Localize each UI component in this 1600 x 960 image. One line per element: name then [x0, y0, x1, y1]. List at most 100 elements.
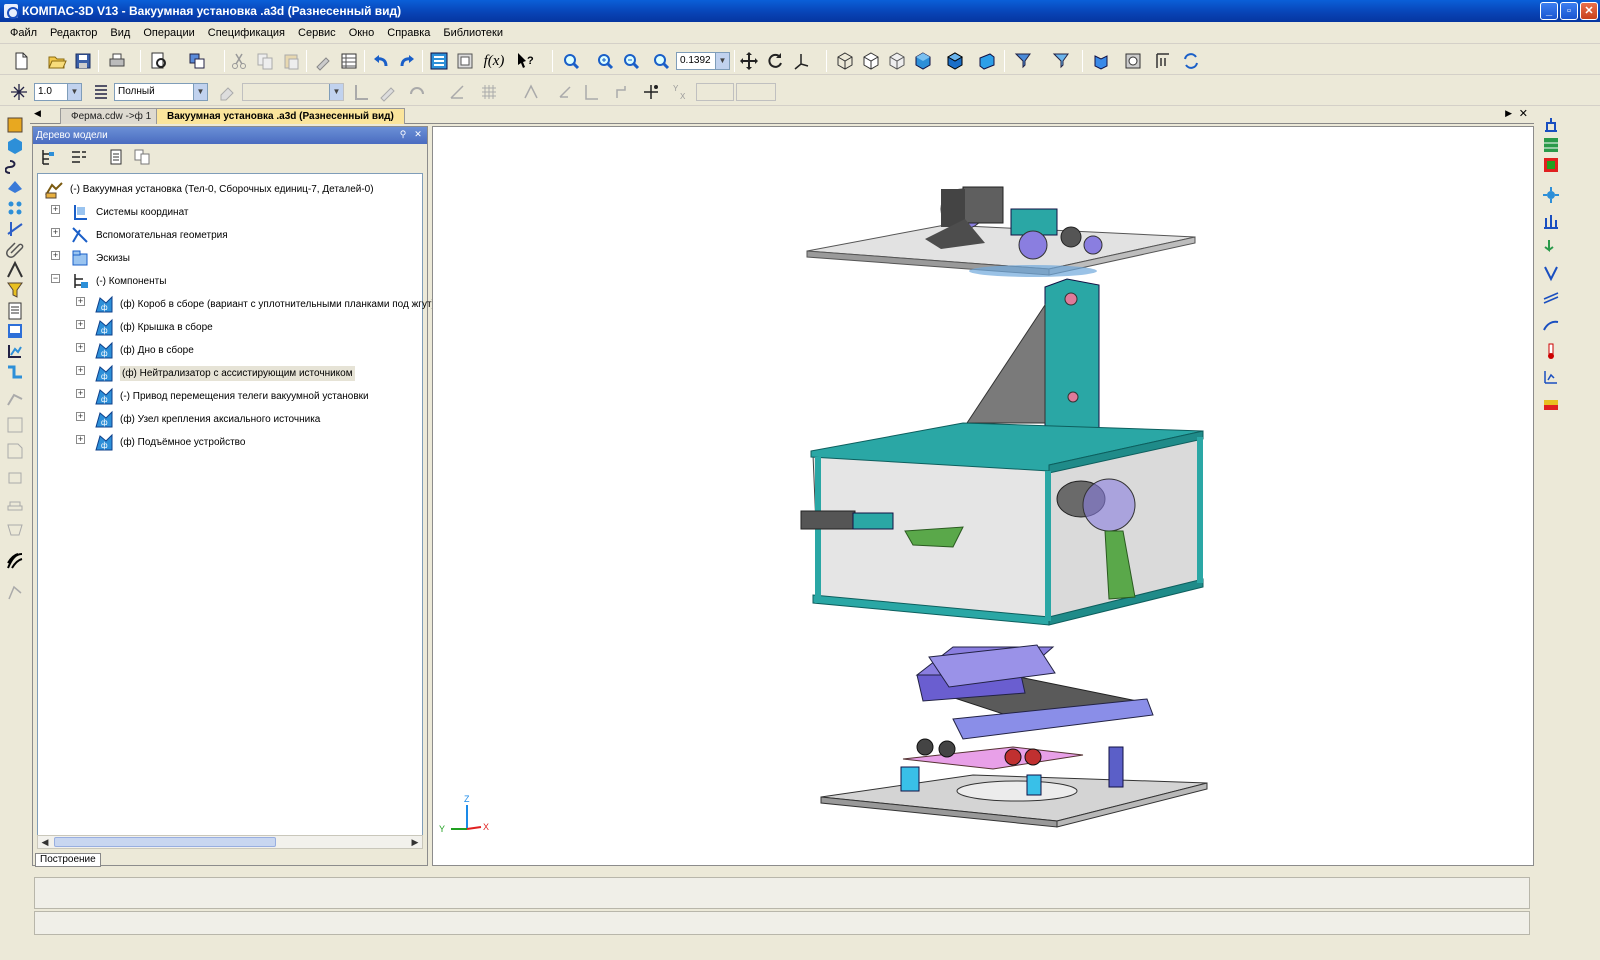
tree-structure-icon[interactable]: [37, 146, 59, 168]
round-icon[interactable]: [406, 81, 428, 103]
tab-ferma[interactable]: Ферма.cdw ->ф 1: [60, 108, 163, 124]
library-icon[interactable]: [1090, 50, 1112, 72]
tree-item-component[interactable]: ф (ф) Узел крепления аксиального источни…: [94, 408, 320, 430]
tree-item-component[interactable]: ф (ф) Короб в сборе (вариант с уплотните…: [94, 293, 435, 315]
mates-icon[interactable]: [5, 239, 25, 259]
pan-icon[interactable]: [738, 50, 760, 72]
horizontal-scrollbar[interactable]: ◀ ▶: [37, 835, 423, 849]
undo-icon[interactable]: [370, 50, 392, 72]
expand-toggle[interactable]: +: [76, 435, 85, 444]
inactive-tool-3-icon[interactable]: [5, 441, 25, 461]
tree-item-auxiliary-geometry[interactable]: Вспомогательная геометрия: [70, 224, 228, 246]
step-line-icon[interactable]: [612, 81, 634, 103]
perspective-icon[interactable]: [976, 50, 998, 72]
model-tree-toggle-icon[interactable]: [428, 50, 450, 72]
expand-toggle[interactable]: +: [51, 251, 60, 260]
orientation-icon[interactable]: [790, 50, 812, 72]
tree-item-component-selected[interactable]: ф (ф) Нейтрализатор с ассистирующим исто…: [94, 362, 355, 384]
new-document-icon[interactable]: [10, 50, 32, 72]
right-tool-7-icon[interactable]: [1541, 263, 1561, 283]
copy-icon[interactable]: [254, 50, 276, 72]
menu-specification[interactable]: Спецификация: [208, 27, 285, 39]
chevron-down-icon[interactable]: ▼: [715, 53, 729, 69]
scroll-right-icon[interactable]: ▶: [408, 836, 422, 848]
expand-toggle[interactable]: +: [76, 320, 85, 329]
display-mode-combo[interactable]: Полный ▼: [114, 83, 208, 101]
menu-libraries[interactable]: Библиотеки: [443, 27, 503, 39]
tree-sort-icon[interactable]: [105, 146, 127, 168]
editing-tool-icon[interactable]: [5, 136, 25, 156]
filter-objects-icon[interactable]: [1050, 50, 1072, 72]
filters-tool-icon[interactable]: [5, 280, 25, 300]
filter-selection-icon[interactable]: [1012, 50, 1034, 72]
zoom-scale-icon[interactable]: [650, 50, 672, 72]
expand-toggle[interactable]: +: [51, 228, 60, 237]
shaded-edges-icon[interactable]: [944, 50, 966, 72]
wireframe-icon[interactable]: [834, 50, 856, 72]
orto-icon[interactable]: [446, 81, 468, 103]
tab-close-icon[interactable]: ✕: [1519, 107, 1528, 120]
tree-item-root[interactable]: (-) Вакуумная установка (Тел-0, Сборочны…: [44, 178, 374, 200]
parameters-icon[interactable]: [454, 50, 476, 72]
zoom-out-icon[interactable]: [620, 50, 642, 72]
print-icon[interactable]: [106, 50, 128, 72]
auxiliary-geometry-tool-icon[interactable]: [5, 219, 25, 239]
menu-file[interactable]: Файл: [10, 27, 37, 39]
shaded-icon[interactable]: [912, 50, 934, 72]
right-tool-5-icon[interactable]: [1541, 211, 1561, 231]
hatch-icon[interactable]: [5, 551, 25, 571]
surfaces-icon[interactable]: [5, 177, 25, 197]
pin-icon[interactable]: ⚲: [397, 129, 409, 141]
menu-editor[interactable]: Редактор: [50, 27, 97, 39]
paste-icon[interactable]: [280, 50, 302, 72]
context-help-icon[interactable]: ?: [514, 50, 536, 72]
expand-toggle[interactable]: +: [76, 412, 85, 421]
measure-icon[interactable]: [1152, 50, 1174, 72]
eraser-icon[interactable]: [216, 81, 238, 103]
rebuild-icon[interactable]: [1180, 50, 1202, 72]
collapse-toggle[interactable]: −: [51, 274, 60, 283]
local-cs-icon[interactable]: [350, 81, 372, 103]
menu-window[interactable]: Окно: [349, 27, 375, 39]
right-tool-8-icon[interactable]: [1541, 289, 1561, 309]
redo-icon[interactable]: [396, 50, 418, 72]
temperature-icon[interactable]: [1541, 341, 1561, 361]
tree-item-components[interactable]: (-) Компоненты: [70, 270, 166, 292]
inactive-tool-1-icon[interactable]: [5, 390, 25, 410]
snap-grid-icon[interactable]: [8, 81, 30, 103]
panel-close-icon[interactable]: ✕: [412, 129, 424, 141]
save-icon[interactable]: [72, 50, 94, 72]
tabs-scroll-right-icon[interactable]: ▶: [1505, 108, 1512, 119]
right-tool-1-icon[interactable]: [1541, 115, 1561, 135]
menu-service[interactable]: Сервис: [298, 27, 336, 39]
open-folder-icon[interactable]: [46, 50, 68, 72]
expand-toggle[interactable]: +: [76, 297, 85, 306]
right-tool-3-icon[interactable]: [1541, 155, 1561, 175]
tree-item-component[interactable]: ф (-) Привод перемещения телеги вакуумно…: [94, 385, 369, 407]
axes-icon[interactable]: [580, 81, 602, 103]
rotate-icon[interactable]: [764, 50, 786, 72]
local-axes-icon[interactable]: [554, 81, 576, 103]
spec-table-icon[interactable]: [338, 50, 360, 72]
right-tool-6-icon[interactable]: [1541, 237, 1561, 257]
hidden-lines-icon[interactable]: [860, 50, 882, 72]
variables-button[interactable]: f(x): [480, 50, 508, 72]
expand-toggle[interactable]: +: [76, 366, 85, 375]
coord-x-field[interactable]: [696, 83, 734, 101]
cut-icon[interactable]: [228, 50, 250, 72]
thin-hidden-icon[interactable]: [886, 50, 908, 72]
zoom-in-icon[interactable]: [594, 50, 616, 72]
zoom-window-icon[interactable]: [560, 50, 582, 72]
tabs-scroll-left-icon[interactable]: ◀: [34, 108, 41, 119]
properties-icon[interactable]: [312, 50, 334, 72]
assembly-tool-icon[interactable]: [5, 115, 25, 135]
expand-toggle[interactable]: +: [51, 205, 60, 214]
elements-design-icon[interactable]: [5, 341, 25, 361]
chevron-down-icon[interactable]: ▼: [329, 84, 343, 100]
zoom-combo[interactable]: 0.1392 ▼: [676, 52, 730, 70]
inactive-tool-7-icon[interactable]: [5, 583, 25, 603]
manager-libs-icon[interactable]: [1122, 50, 1144, 72]
chevron-down-icon[interactable]: ▼: [193, 84, 207, 100]
right-tool-4-icon[interactable]: [1541, 185, 1561, 205]
close-button[interactable]: ✕: [1580, 2, 1598, 20]
